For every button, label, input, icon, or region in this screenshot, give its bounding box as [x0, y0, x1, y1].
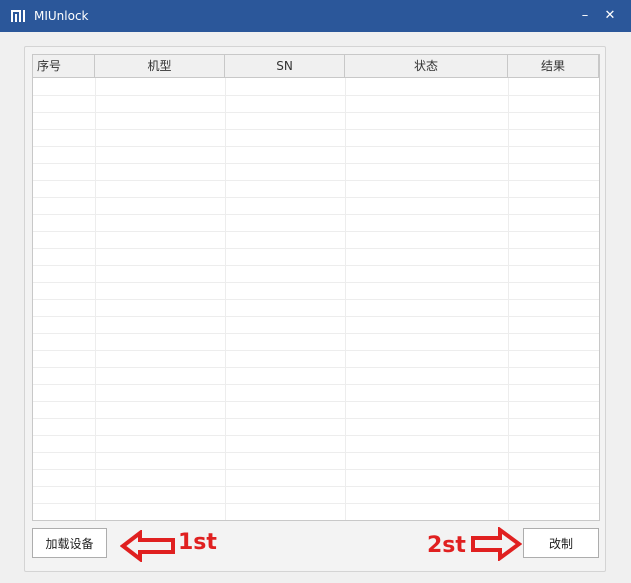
step-2-annotation: 2st [427, 533, 466, 558]
column-header-index[interactable]: 序号 [33, 55, 95, 77]
step-1-annotation: 1st [178, 530, 217, 555]
table-row-line [33, 265, 599, 266]
table-row-line [33, 231, 599, 232]
column-header-sn[interactable]: SN [225, 55, 345, 77]
left-arrow-annotation-icon [120, 530, 175, 562]
table-row-line [33, 299, 599, 300]
load-device-button[interactable]: 加载设备 [32, 528, 107, 558]
table-row-line [33, 503, 599, 504]
window-title: MIUnlock [34, 9, 89, 23]
table-row-line [33, 486, 599, 487]
title-bar: MIUnlock – ✕ [0, 0, 631, 32]
table-row-line [33, 214, 599, 215]
table-row-line [33, 469, 599, 470]
table-row-line [33, 180, 599, 181]
table-row-line [33, 350, 599, 351]
right-arrow-annotation-icon [471, 527, 522, 561]
column-header-model[interactable]: 机型 [95, 55, 225, 77]
table-column-line [225, 78, 226, 520]
table-row-line [33, 452, 599, 453]
table-row-line [33, 146, 599, 147]
table-row-line [33, 316, 599, 317]
table-row-line [33, 333, 599, 334]
table-row-line [33, 367, 599, 368]
table-row-line [33, 197, 599, 198]
table-column-line [345, 78, 346, 520]
table-column-line [508, 78, 509, 520]
table-row-line [33, 401, 599, 402]
table-row-line [33, 282, 599, 283]
device-table[interactable]: 序号 机型 SN 状态 结果 [32, 54, 600, 521]
table-row-line [33, 163, 599, 164]
table-header: 序号 机型 SN 状态 结果 [33, 55, 599, 78]
table-row-line [33, 112, 599, 113]
close-button[interactable]: ✕ [603, 9, 617, 23]
mi-logo-icon [11, 10, 25, 22]
minimize-button[interactable]: – [578, 9, 592, 23]
table-row-line [33, 418, 599, 419]
table-row-line [33, 248, 599, 249]
table-row-line [33, 435, 599, 436]
table-column-line [95, 78, 96, 520]
table-row-line [33, 384, 599, 385]
flash-button[interactable]: 改制 [523, 528, 599, 558]
column-header-result[interactable]: 结果 [508, 55, 599, 77]
table-row-line [33, 95, 599, 96]
table-row-line [33, 129, 599, 130]
column-header-status[interactable]: 状态 [345, 55, 508, 77]
